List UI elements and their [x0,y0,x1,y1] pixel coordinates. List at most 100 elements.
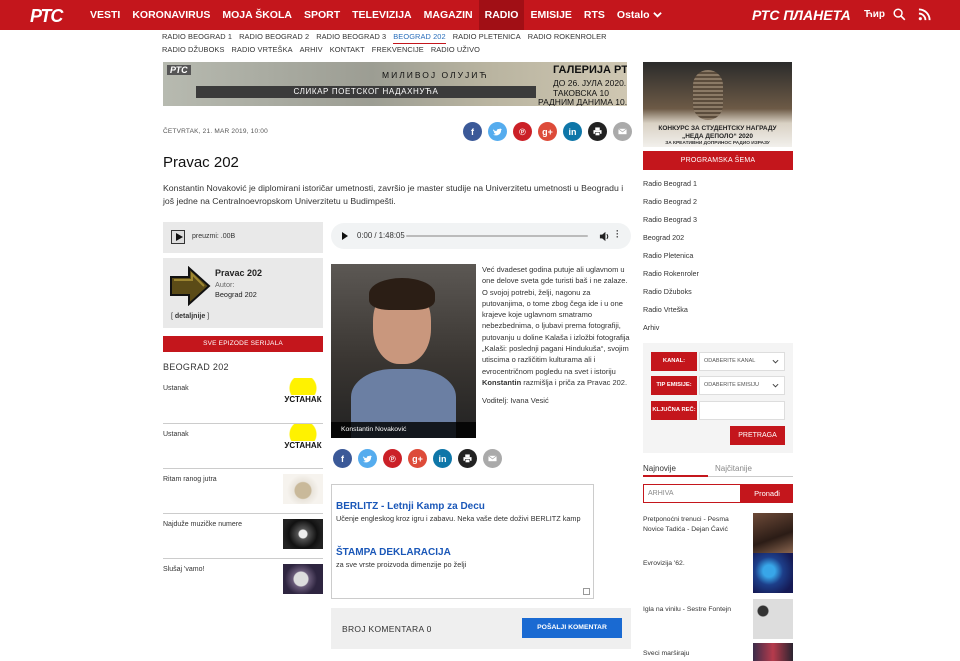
episode-title[interactable]: Ustanak [163,385,189,392]
type-select[interactable]: ODABERITE EMISIJU [699,376,785,395]
pinterest-icon[interactable]: ℗ [513,122,532,141]
nav-magazin[interactable]: MAGAZIN [418,0,479,30]
details-link[interactable]: detaljnije [175,313,205,320]
episode-title[interactable]: Ritam ranog jutra [163,476,217,483]
nav-vesti[interactable]: VESTI [84,0,126,30]
news-title[interactable]: Evrovizija '62. [643,559,748,569]
episode-thumbnail[interactable] [283,474,323,504]
rts-logo[interactable]: РТС [30,6,63,27]
send-comment-button[interactable]: POŠALJI KOMENTAR [522,618,622,638]
all-episodes-button[interactable]: SVE EPIZODE SERIJALA [163,336,323,352]
news-title[interactable]: Pretponoćni trenuci - Pesma Novice Tadić… [643,515,748,535]
ad-title-berlitz[interactable]: BERLITZ - Letnji Kamp za Decu [336,501,485,512]
subnav-vrteska[interactable]: Radio Vrteška [232,44,293,56]
nav-emisije[interactable]: EMISIJE [524,0,577,30]
print-icon[interactable] [588,122,607,141]
volume-icon[interactable] [599,231,610,242]
google-plus-icon[interactable]: g+ [408,449,427,468]
nav-televizija[interactable]: TELEVIZIJA [346,0,418,30]
episode-title[interactable]: Najduže muzičke numere [163,521,242,528]
nav-sport[interactable]: SPORT [298,0,346,30]
email-icon[interactable] [613,122,632,141]
station-dzuboks[interactable]: Radio Džuboks [643,283,793,301]
subnav-beograd-3[interactable]: Radio Beograd 3 [316,31,386,43]
twitter-icon[interactable] [488,122,507,141]
list-item[interactable]: Sveci marširaju [643,643,793,661]
subnav-frekvencije[interactable]: Frekvencije [372,44,424,56]
episode-thumbnail[interactable] [283,519,323,549]
station-rokenroler[interactable]: Radio Rokenroler [643,265,793,283]
station-beograd-1[interactable]: Radio Beograd 1 [643,175,793,193]
station-beograd-2[interactable]: Radio Beograd 2 [643,193,793,211]
channel-select[interactable]: ODABERITE KANAL [699,352,785,371]
subnav-beograd-2[interactable]: Radio Beograd 2 [239,31,309,43]
sidebar-ad-contest[interactable]: КОНКУРС ЗА СТУДЕНТСКУ НАГРАДУ „НЕДА ДЕПО… [643,62,792,147]
print-icon[interactable] [458,449,477,468]
list-item[interactable]: Ustanak УСТАНАК [163,378,323,423]
search-icon[interactable] [893,8,906,21]
news-thumbnail[interactable] [753,643,793,661]
episode-thumbnail[interactable] [283,564,323,594]
tab-najnovije[interactable]: Najnovije [643,464,708,477]
news-thumbnail[interactable] [753,513,793,553]
subnav-beograd-202[interactable]: Beograd 202 [393,31,446,44]
nav-ostalo[interactable]: Ostalo [611,0,668,30]
linkedin-icon[interactable]: in [563,122,582,141]
station-pletenica[interactable]: Radio Pletenica [643,247,793,265]
station-beograd-3[interactable]: Radio Beograd 3 [643,211,793,229]
subnav-rokenroler[interactable]: Radio Rokenroler [528,31,607,43]
download-link[interactable]: preuzmi: .00B [192,233,235,240]
linkedin-icon[interactable]: in [433,449,452,468]
ad-title-stampa[interactable]: ŠTAMPA DEKLARACIJA [336,547,451,558]
audio-play-icon[interactable] [342,232,348,240]
gallery-banner-ad[interactable]: РТС МИЛИВОЈ ОЛУЈИЋ СЛИКАР ПОЕТСКОГ НАДАХ… [163,62,627,106]
ad-choices-icon[interactable] [583,588,590,595]
list-item[interactable]: Pretponoćni trenuci - Pesma Novice Tadić… [643,513,793,553]
list-item[interactable]: Ritam ranog jutra [163,468,323,513]
google-plus-icon[interactable]: g+ [538,122,557,141]
tab-najcitanije[interactable]: Najčitanije [715,464,752,473]
play-icon[interactable] [171,230,185,244]
subnav-kontakt[interactable]: Kontakt [330,44,365,56]
subnav-radio-uzivo[interactable]: Radio uživo [431,44,480,56]
rts-planeta-logo[interactable]: РТС ПЛАНЕТА [752,7,851,23]
archive-input[interactable]: ARHIVA [643,484,741,503]
nav-rts[interactable]: RTS [578,0,611,30]
audio-seek-bar[interactable] [406,235,588,237]
list-item[interactable]: Najduže muzičke numere [163,513,323,558]
episode-title[interactable]: Ustanak [163,431,189,438]
episode-thumbnail[interactable]: УСТАНАК [283,378,323,412]
email-icon[interactable] [483,449,502,468]
subnav-arhiv[interactable]: Arhiv [300,44,323,56]
list-item[interactable]: Evrovizija '62. [643,553,793,593]
rss-icon[interactable] [918,8,931,21]
pinterest-icon[interactable]: ℗ [383,449,402,468]
series-title[interactable]: Pravac 202 [215,268,262,278]
station-vrteska[interactable]: Radio Vrteška [643,301,793,319]
episode-thumbnail[interactable]: УСТАНАК [283,424,323,458]
more-options-icon[interactable]: · · · [616,227,620,242]
nav-moja-skola[interactable]: MOJA ŠKOLA [216,0,298,30]
nav-koronavirus[interactable]: KORONAVIRUS [126,0,216,30]
subnav-beograd-1[interactable]: Radio Beograd 1 [162,31,232,43]
archive-find-button[interactable]: Pronađi [741,484,793,503]
list-item[interactable]: Slušaj 'vamo! [163,558,323,603]
news-thumbnail[interactable] [753,599,793,639]
facebook-icon[interactable]: f [463,122,482,141]
twitter-icon[interactable] [358,449,377,468]
facebook-icon[interactable]: f [333,449,352,468]
nav-radio[interactable]: RADIO [478,0,525,30]
episode-title[interactable]: Slušaj 'vamo! [163,566,204,573]
search-submit-button[interactable]: PRETRAGA [730,426,785,445]
subnav-dzuboks[interactable]: Radio Džuboks [162,44,225,56]
script-toggle[interactable]: Ћир [864,9,885,20]
news-title[interactable]: Sveci marširaju [643,649,748,659]
station-beograd-202[interactable]: Beograd 202 [643,229,793,247]
station-arhiv[interactable]: Arhiv [643,319,793,337]
program-schedule-button[interactable]: PROGRAMSKA ŠEMA [643,151,793,170]
news-title[interactable]: Igla na vinilu - Sestre Fontejn [643,605,748,615]
list-item[interactable]: Ustanak УСТАНАК [163,423,323,468]
news-thumbnail[interactable] [753,553,793,593]
keyword-input[interactable] [699,401,785,420]
subnav-pletenica[interactable]: Radio Pletenica [453,31,521,43]
